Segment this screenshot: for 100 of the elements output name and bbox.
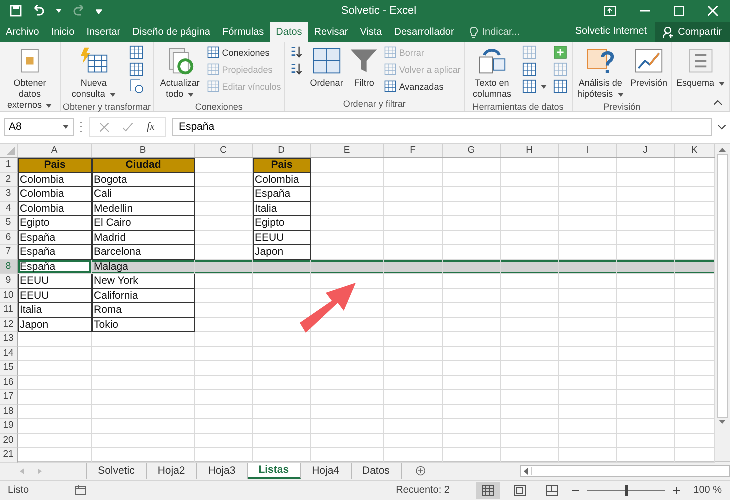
scroll-down-icon[interactable] (719, 420, 726, 424)
sheet-tab[interactable]: Listas (248, 463, 302, 479)
row-header[interactable]: 2 (0, 172, 18, 187)
ribbon-tab[interactable]: Insertar (80, 22, 127, 42)
ribbon-button[interactable]: Obtener datos externos (2, 44, 58, 113)
horizontal-scrollbar[interactable] (520, 465, 730, 477)
empty-cell (559, 390, 617, 404)
row-header[interactable]: 12 (0, 318, 18, 332)
empty-cell (559, 419, 617, 434)
column-header[interactable]: I (559, 144, 617, 157)
column-header[interactable]: H (501, 144, 559, 157)
ribbon-button[interactable]: Nueva consulta (62, 44, 125, 102)
column-header[interactable]: J (617, 144, 675, 157)
add-sheet-icon[interactable] (416, 465, 426, 477)
ribbon-button[interactable]: Filtro (347, 44, 382, 91)
column-header[interactable]: B (92, 144, 195, 157)
ribbon-button[interactable]: Texto en columnas (466, 44, 518, 102)
row-header[interactable]: 9 (0, 274, 18, 288)
ribbon-tab[interactable]: Desarrollador (388, 22, 460, 42)
ribbon-button[interactable]: Previsión (628, 44, 670, 91)
tell-me-field[interactable]: Indicar... (470, 22, 520, 42)
column-header[interactable]: F (384, 144, 443, 157)
scroll-up-icon[interactable] (719, 148, 726, 152)
normal-view-button[interactable] (476, 482, 500, 499)
table-cell: España (18, 245, 92, 260)
column-header[interactable]: C (195, 144, 253, 157)
ribbon-tab[interactable]: Datos (270, 22, 308, 42)
empty-cell (443, 172, 501, 187)
share-button[interactable]: Compartir (655, 22, 730, 42)
scroll-thumb[interactable] (717, 154, 728, 418)
ribbon-tab[interactable]: Inicio (45, 22, 81, 42)
check-icon[interactable] (123, 122, 133, 132)
column-header[interactable]: A (18, 144, 92, 157)
empty-cell (501, 376, 559, 390)
row-header[interactable]: 5 (0, 216, 18, 230)
scroll-left-icon[interactable] (524, 468, 528, 474)
row-header[interactable]: 10 (0, 288, 18, 303)
empty-cell (617, 172, 675, 187)
insert-function-button[interactable]: fx (147, 121, 155, 133)
table-cell: El Cairo (92, 216, 195, 230)
ribbon-tab[interactable]: Fórmulas (216, 22, 270, 42)
caret-icon (188, 93, 194, 97)
expand-icon[interactable] (718, 124, 726, 130)
row-header[interactable]: 18 (0, 404, 18, 419)
close-icon[interactable] (708, 6, 718, 16)
user-name[interactable]: Solvetic Internet (567, 22, 656, 42)
row-header[interactable]: 21 (0, 448, 18, 462)
ribbon-button[interactable]: Actualizar todo (156, 44, 204, 102)
row-header[interactable]: 15 (0, 361, 18, 376)
maximize-icon[interactable] (674, 6, 684, 16)
column-header[interactable]: E (311, 144, 384, 157)
ribbon-tab[interactable]: Revisar (308, 22, 354, 42)
zoom-out-icon[interactable] (572, 487, 579, 494)
empty-cell (195, 404, 253, 419)
row-header[interactable]: 1 (0, 158, 18, 172)
row-header[interactable]: 19 (0, 419, 18, 434)
caret-icon[interactable] (56, 9, 62, 13)
ribbon-display-icon[interactable] (604, 6, 616, 16)
formula-field[interactable]: España (172, 118, 712, 136)
caret-icon (719, 82, 725, 86)
row-header[interactable]: 17 (0, 390, 18, 404)
empty-cell (617, 274, 675, 288)
collapse-ribbon-icon[interactable] (714, 100, 722, 105)
row-header[interactable]: 4 (0, 202, 18, 216)
ribbon-button[interactable]: Análisis de hipótesis (574, 44, 626, 102)
save-icon[interactable] (10, 5, 22, 17)
row-header[interactable]: 8 (0, 260, 18, 274)
row-header[interactable]: 20 (0, 434, 18, 448)
header-cell: Ciudad (92, 158, 195, 172)
name-box[interactable]: A8 (4, 118, 74, 136)
sheet-tab[interactable]: Hoja4 (301, 463, 352, 479)
ribbon-button[interactable]: Conexiones (206, 45, 282, 60)
zoom-in-icon[interactable] (673, 487, 680, 494)
row-header[interactable]: 16 (0, 376, 18, 390)
row-header[interactable]: 14 (0, 346, 18, 361)
ribbon-tab[interactable]: Archivo (0, 22, 46, 42)
empty-cell (384, 332, 443, 346)
zoom-level[interactable]: 100 % (688, 485, 722, 496)
column-header[interactable]: D (253, 144, 311, 157)
customize-icon[interactable] (96, 8, 102, 14)
sheet-tab[interactable]: Hoja2 (146, 463, 198, 479)
empty-cell (443, 274, 501, 288)
row-header[interactable]: 3 (0, 187, 18, 202)
undo-icon[interactable] (32, 5, 46, 17)
row-header[interactable]: 11 (0, 303, 18, 318)
macro-record-icon[interactable] (75, 485, 88, 496)
sheet-tab[interactable]: Datos (352, 463, 402, 479)
column-header[interactable]: G (443, 144, 501, 157)
ribbon-tab[interactable]: Diseño de página (126, 22, 216, 42)
ribbon-button[interactable]: Esquema (674, 44, 727, 91)
ribbon-tab[interactable]: Vista (354, 22, 388, 42)
empty-cell (501, 346, 559, 361)
row-header[interactable]: 13 (0, 332, 18, 346)
empty-cell (617, 346, 675, 361)
vertical-scrollbar[interactable] (715, 144, 730, 461)
sheet-tab[interactable]: Solvetic (87, 463, 147, 479)
ribbon-button[interactable]: Avanzadas (383, 79, 462, 94)
row-header[interactable]: 6 (0, 230, 18, 245)
row-header[interactable]: 7 (0, 245, 18, 260)
ribbon-button[interactable]: Ordenar (308, 44, 346, 91)
